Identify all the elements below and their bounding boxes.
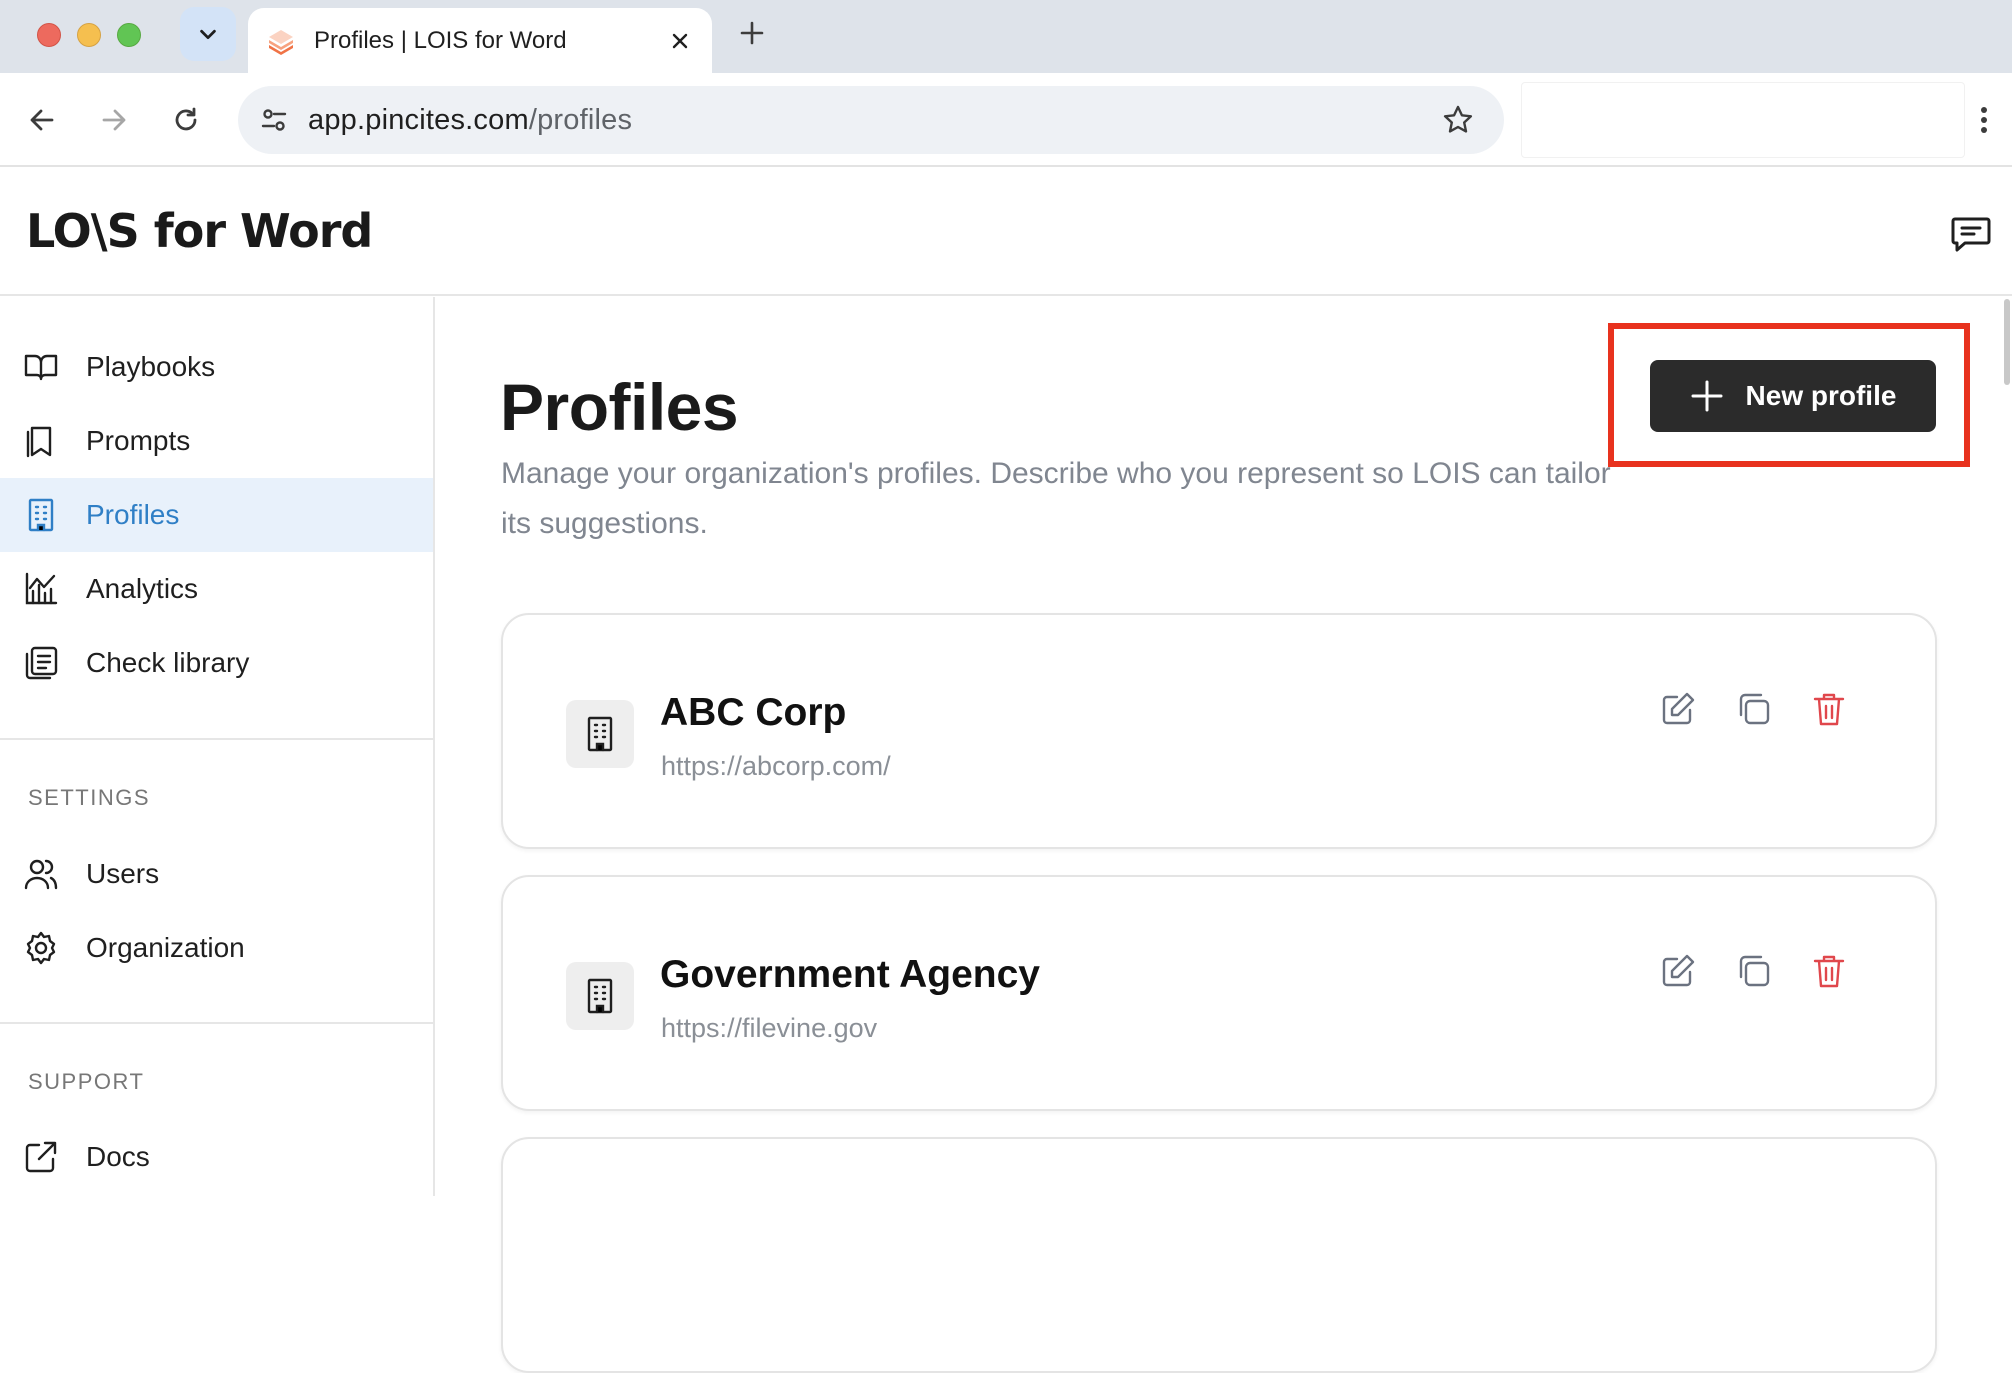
url-path: /profiles bbox=[528, 103, 633, 136]
duplicate-profile-button[interactable] bbox=[1732, 949, 1776, 993]
profile-url: https://filevine.gov bbox=[661, 1013, 878, 1043]
duplicate-profile-button[interactable] bbox=[1732, 687, 1776, 731]
site-info-button[interactable] bbox=[252, 98, 296, 142]
back-button[interactable] bbox=[19, 97, 65, 143]
tune-icon bbox=[261, 109, 287, 131]
gear-icon bbox=[22, 929, 60, 967]
feedback-button[interactable] bbox=[1948, 210, 1994, 256]
new-profile-button[interactable]: New profile bbox=[1650, 360, 1936, 432]
trash-icon bbox=[1813, 955, 1845, 988]
page-description: Manage your organization's profiles. Des… bbox=[501, 457, 1611, 540]
sidebar-item-label: Analytics bbox=[86, 573, 199, 604]
pencil-icon bbox=[1662, 954, 1695, 987]
sidebar-item-label: Playbooks bbox=[86, 351, 216, 382]
extensions-area bbox=[1521, 82, 1965, 158]
close-icon bbox=[672, 33, 688, 48]
profile-name: Government Agency bbox=[660, 953, 1040, 996]
sidebar-item-docs[interactable]: Docs bbox=[0, 1120, 433, 1194]
profile-url: https://abcorp.com/ bbox=[661, 751, 891, 781]
pencil-icon bbox=[1662, 692, 1695, 725]
sidebar-item-label: Profiles bbox=[86, 499, 180, 530]
profile-name: ABC Corp bbox=[660, 691, 847, 734]
bookmark-icon bbox=[22, 422, 60, 460]
delete-profile-button[interactable] bbox=[1807, 687, 1851, 731]
chevron-down-icon bbox=[200, 29, 216, 40]
sidebar-item-users[interactable]: Users bbox=[0, 837, 433, 911]
reload-icon bbox=[175, 107, 197, 131]
building-icon bbox=[566, 962, 634, 1030]
sidebar-item-label: Check library bbox=[86, 647, 250, 678]
profile-card[interactable]: ABC Corp https://abcorp.com/ bbox=[501, 613, 1937, 849]
settings-heading: SETTINGS bbox=[28, 785, 151, 810]
scrollbar-thumb[interactable] bbox=[2004, 299, 2010, 385]
sidebar-item-check-library[interactable]: Check library bbox=[0, 626, 433, 700]
edit-profile-button[interactable] bbox=[1656, 949, 1700, 993]
profile-card[interactable] bbox=[501, 1137, 1937, 1373]
tab-title: Profiles | LOIS for Word bbox=[314, 26, 567, 54]
more-vertical-icon bbox=[1981, 107, 1987, 133]
url-host: app.pincites.com bbox=[308, 103, 529, 136]
address-bar[interactable]: app.pincites.com/profiles bbox=[238, 86, 1504, 154]
building-icon bbox=[566, 700, 634, 768]
url-text: app.pincites.com/profiles bbox=[308, 104, 632, 137]
app-logo[interactable]: LO\S for Word bbox=[26, 204, 373, 258]
sidebar-divider bbox=[0, 1022, 433, 1024]
sidebar: Playbooks Prompts Profiles Analytics Che… bbox=[0, 297, 435, 1196]
message-square-icon bbox=[1951, 217, 1991, 252]
plus-icon bbox=[740, 21, 764, 45]
chart-icon bbox=[22, 570, 60, 608]
sidebar-divider bbox=[0, 738, 433, 740]
lois-favicon-icon bbox=[269, 29, 293, 55]
window-minimize-button[interactable] bbox=[77, 23, 101, 47]
app-header: LO\S for Word bbox=[0, 168, 2012, 296]
copy-icon bbox=[1739, 955, 1770, 987]
window-close-button[interactable] bbox=[37, 23, 61, 47]
browser-menu-button[interactable] bbox=[1968, 97, 2000, 143]
users-icon bbox=[22, 855, 60, 893]
arrow-right-icon bbox=[102, 109, 126, 131]
library-icon bbox=[22, 644, 60, 682]
browser-toolbar: app.pincites.com/profiles bbox=[0, 73, 2012, 167]
new-tab-button[interactable] bbox=[737, 18, 767, 48]
window-maximize-button[interactable] bbox=[117, 23, 141, 47]
copy-icon bbox=[1739, 693, 1770, 725]
browser-tab-strip: Profiles | LOIS for Word bbox=[0, 0, 2012, 73]
external-link-icon bbox=[22, 1138, 60, 1176]
reload-button[interactable] bbox=[163, 97, 209, 143]
bookmark-button[interactable] bbox=[1438, 100, 1478, 140]
browser-tab-active[interactable]: Profiles | LOIS for Word bbox=[248, 8, 712, 73]
book-open-icon bbox=[22, 348, 60, 386]
main-scrollbar[interactable] bbox=[2000, 297, 2012, 1196]
edit-profile-button[interactable] bbox=[1656, 687, 1700, 731]
sidebar-item-prompts[interactable]: Prompts bbox=[0, 404, 433, 478]
sidebar-item-profiles[interactable]: Profiles bbox=[0, 478, 433, 552]
tab-search-button[interactable] bbox=[180, 7, 236, 61]
new-profile-label: New profile bbox=[1745, 380, 1897, 411]
sidebar-item-label: Organization bbox=[86, 932, 245, 963]
delete-profile-button[interactable] bbox=[1807, 949, 1851, 993]
arrow-left-icon bbox=[30, 109, 54, 131]
trash-icon bbox=[1813, 693, 1845, 726]
sidebar-item-analytics[interactable]: Analytics bbox=[0, 552, 433, 626]
page-title: Profiles bbox=[500, 370, 739, 444]
forward-button[interactable] bbox=[91, 97, 137, 143]
sidebar-item-playbooks[interactable]: Playbooks bbox=[0, 330, 433, 404]
tab-close-button[interactable] bbox=[666, 27, 694, 55]
building-icon bbox=[22, 496, 60, 534]
sidebar-item-label: Users bbox=[86, 858, 160, 889]
plus-icon bbox=[1691, 380, 1723, 412]
sidebar-item-label: Prompts bbox=[86, 425, 191, 456]
main-content: Profiles Manage your organization's prof… bbox=[437, 297, 2012, 1373]
support-heading: SUPPORT bbox=[28, 1069, 145, 1094]
profile-card[interactable]: Government Agency https://filevine.gov bbox=[501, 875, 1937, 1111]
sidebar-item-organization[interactable]: Organization bbox=[0, 911, 433, 985]
star-icon bbox=[1443, 105, 1473, 133]
sidebar-item-label: Docs bbox=[86, 1141, 150, 1172]
